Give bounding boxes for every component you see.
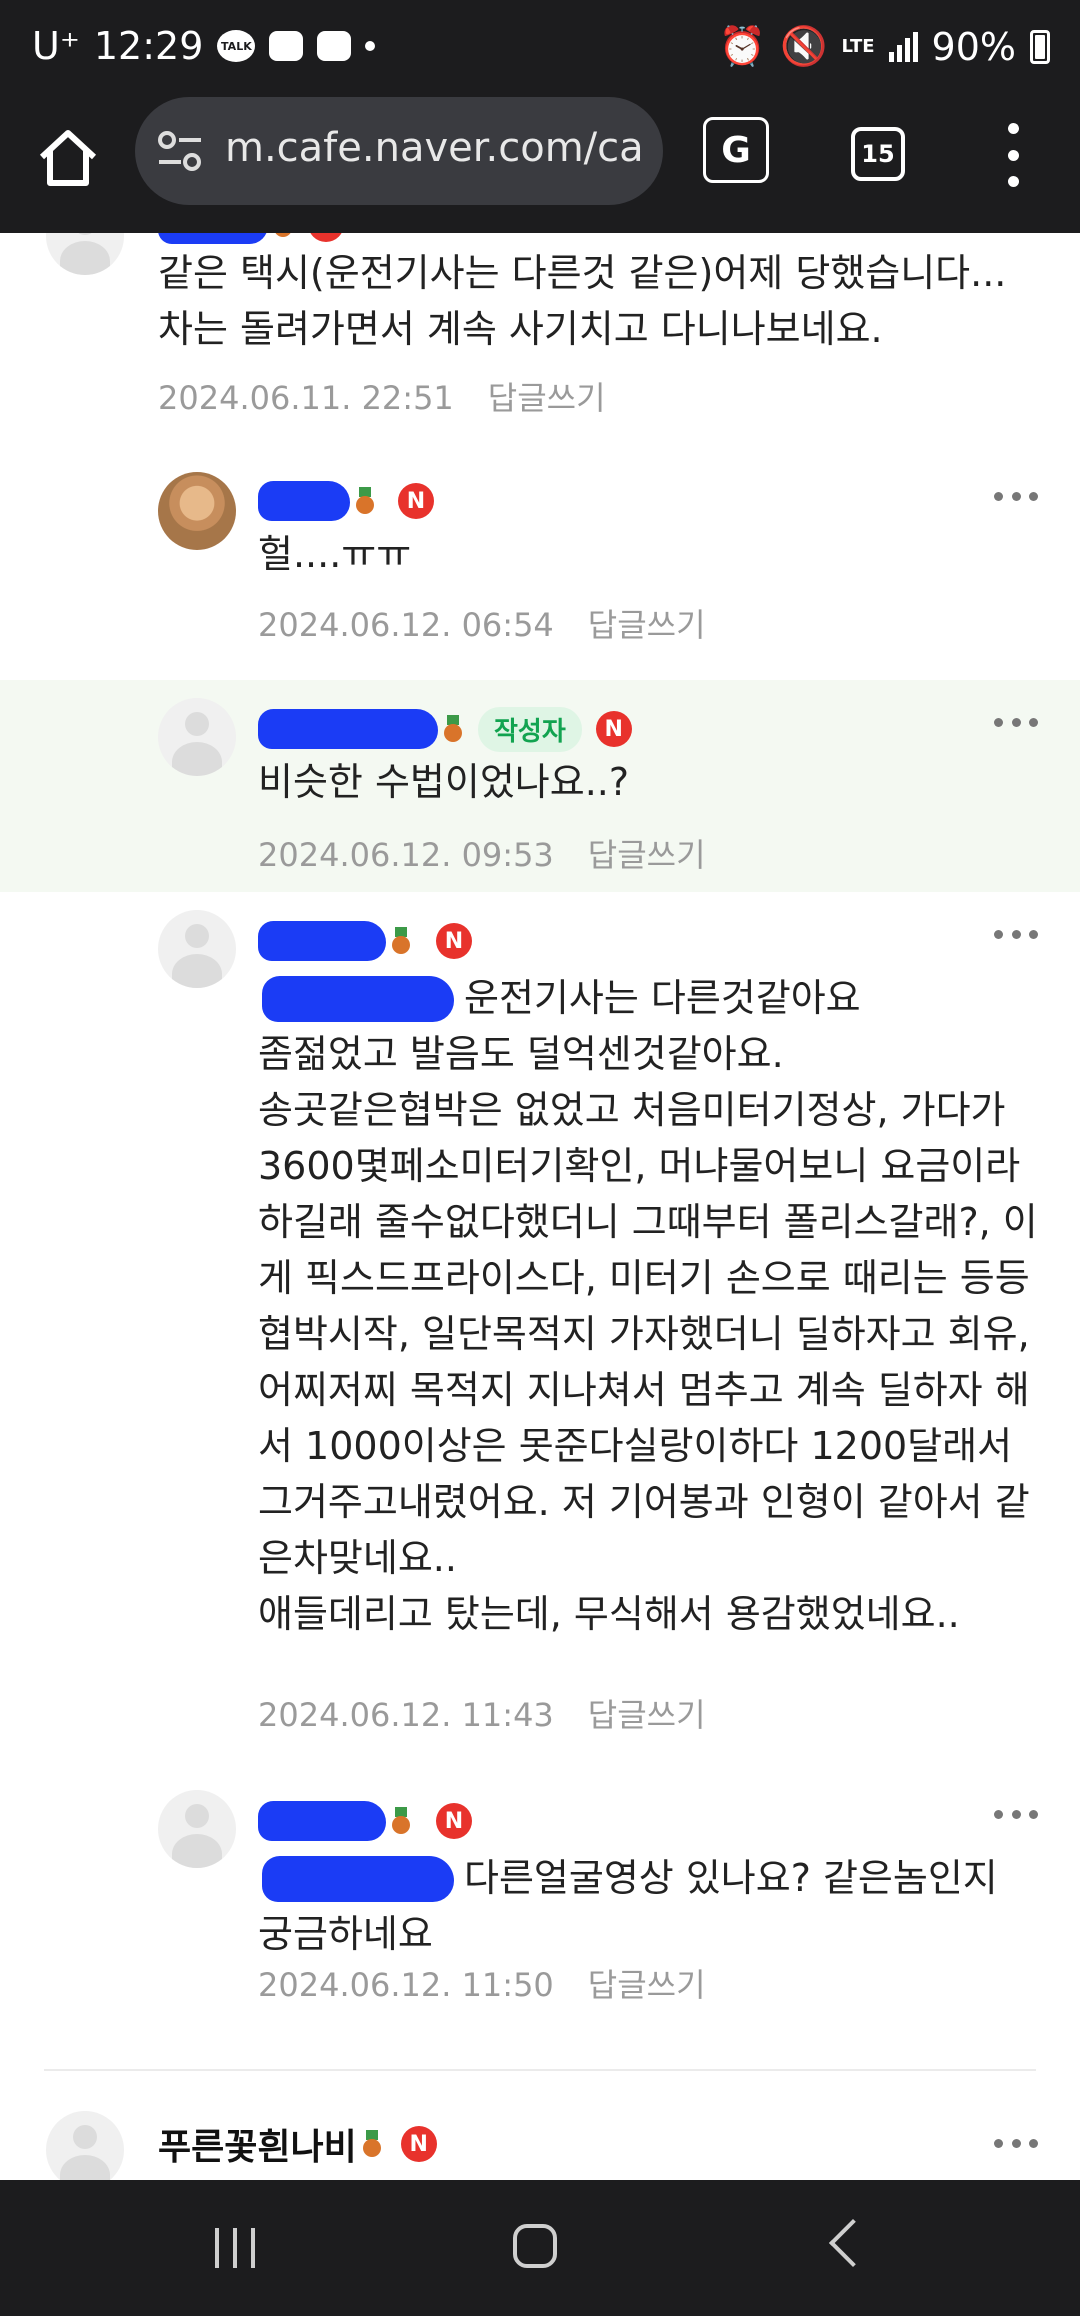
battery-level: 90% xyxy=(931,24,1016,69)
redacted-nickname xyxy=(258,481,350,521)
comment-date: 2024.06.12. 11:50 xyxy=(258,1966,554,2004)
avatar[interactable] xyxy=(158,472,236,550)
comment-author[interactable]: N xyxy=(258,1796,472,1846)
network-type: LTE xyxy=(841,35,875,57)
comment-item: N 다른얼굴영상 있나요? 같은놈인지 궁금하네요 2024.06.12. 11… xyxy=(0,1762,1080,2062)
comment-meta: 2024.06.12. 11:43 답글쓰기 xyxy=(258,1690,706,1736)
gallery-icon xyxy=(269,31,304,61)
new-badge-icon: N xyxy=(400,2126,437,2162)
kakaotalk-icon: TALK xyxy=(217,30,256,62)
medal-icon xyxy=(442,715,464,743)
comment-item: N 헐....ㅠㅠ 2024.06.12. 06:54 답글쓰기 xyxy=(0,468,1080,680)
signal-icon xyxy=(888,31,918,62)
comment-author[interactable]: 푸른꽃흰나비 N xyxy=(158,2119,437,2169)
reply-button[interactable]: 답글쓰기 xyxy=(488,379,606,417)
site-settings-icon[interactable] xyxy=(157,129,203,173)
divider xyxy=(44,2069,1036,2071)
comment-item: N 같은 택시(운전기사는 다른것 같은)어제 당했습니다...차는 돌려가면서… xyxy=(0,233,1080,443)
reply-button[interactable]: 답글쓰기 xyxy=(588,836,706,874)
url-text[interactable]: m.cafe.naver.com/ca xyxy=(225,125,655,171)
medal-icon xyxy=(390,1807,412,1835)
comment-meta: 2024.06.11. 22:51 답글쓰기 xyxy=(158,373,606,419)
comment-date: 2024.06.12. 09:53 xyxy=(258,836,554,874)
status-bar: U⁺ 12:29 TALK ⏰ 🔇 LTE 90% xyxy=(0,0,1080,95)
comment-text: 다른얼굴영상 있나요? 같은놈인지 궁금하네요 xyxy=(258,1856,998,1956)
address-bar[interactable]: m.cafe.naver.com/ca xyxy=(135,97,663,205)
author-badge: 작성자 xyxy=(478,706,582,752)
comment-item-author: 작성자 N 비슷한 수법이었나요..? 2024.06.12. 09:53 답글쓰… xyxy=(0,680,1080,892)
comment-meta: 2024.06.12. 09:53 답글쓰기 xyxy=(258,830,706,876)
comment-item: N 운전기사는 다른것같아요 좀젊었고 발음도 덜억센것같아요. 송곳같은협박은… xyxy=(0,892,1080,1762)
translate-icon: G xyxy=(721,129,751,171)
new-badge-icon: N xyxy=(436,923,472,959)
comment-author[interactable]: N xyxy=(258,476,434,526)
home-icon xyxy=(39,130,97,186)
redacted-nickname xyxy=(258,921,386,961)
avatar[interactable] xyxy=(46,2111,124,2180)
reply-button[interactable]: 답글쓰기 xyxy=(588,1966,706,2004)
tabs-button[interactable]: 15 xyxy=(851,127,905,181)
comment-item: 푸른꽃흰나비 N xyxy=(0,2109,1080,2180)
more-notifications-icon xyxy=(365,41,376,51)
carrier-label: U⁺ xyxy=(32,24,80,68)
avatar[interactable] xyxy=(158,910,236,988)
back-icon[interactable] xyxy=(828,2218,878,2268)
nickname: 푸른꽃흰나비 xyxy=(158,2127,357,2168)
more-horiz-icon[interactable] xyxy=(994,2137,1038,2149)
more-horiz-icon[interactable] xyxy=(994,490,1038,502)
medal-icon xyxy=(354,487,376,515)
reply-button[interactable]: 답글쓰기 xyxy=(588,1696,706,1734)
redacted-nickname xyxy=(258,1801,386,1841)
comment-text: 헐....ㅠㅠ xyxy=(258,532,412,576)
new-badge-icon: N xyxy=(308,233,344,242)
comment-list: N 같은 택시(운전기사는 다른것 같은)어제 당했습니다...차는 돌려가면서… xyxy=(0,233,1080,2180)
comment-text: 비슷한 수법이었나요..? xyxy=(258,760,630,804)
avatar[interactable] xyxy=(158,698,236,776)
recent-apps-icon[interactable] xyxy=(215,2228,255,2268)
avatar[interactable] xyxy=(46,233,124,275)
comment-text: 운전기사는 다른것같아요 좀젊었고 발음도 덜억센것같아요. 송곳같은협박은 없… xyxy=(258,976,1038,1636)
new-badge-icon: N xyxy=(595,711,632,747)
home-button[interactable] xyxy=(28,119,108,199)
home-nav-icon[interactable] xyxy=(513,2224,557,2268)
redacted-nickname xyxy=(158,233,268,244)
comment-date: 2024.06.12. 06:54 xyxy=(258,606,554,644)
mute-icon: 🔇 xyxy=(780,24,828,68)
translate-button[interactable]: G xyxy=(703,117,769,183)
redacted-nickname xyxy=(258,709,438,749)
clock: 12:29 xyxy=(93,24,204,68)
comment-meta: 2024.06.12. 11:50 답글쓰기 xyxy=(258,1960,706,2006)
top-bar: U⁺ 12:29 TALK ⏰ 🔇 LTE 90% m.cafe.naver.c… xyxy=(0,0,1080,233)
new-badge-icon: N xyxy=(436,1803,472,1839)
comment-author[interactable]: N xyxy=(258,916,472,966)
medal-icon xyxy=(390,927,412,955)
medal-icon xyxy=(272,233,294,238)
new-badge-icon: N xyxy=(398,483,434,519)
battery-icon xyxy=(1030,29,1050,64)
tab-count: 15 xyxy=(861,140,895,168)
browser-toolbar: m.cafe.naver.com/ca G 15 xyxy=(0,95,1080,233)
comment-author[interactable]: 작성자 N xyxy=(258,704,632,754)
comment-date: 2024.06.11. 22:51 xyxy=(158,379,454,417)
more-horiz-icon[interactable] xyxy=(994,716,1038,728)
medal-icon xyxy=(361,2130,383,2158)
comment-meta: 2024.06.12. 06:54 답글쓰기 xyxy=(258,600,706,646)
comment-text: 같은 택시(운전기사는 다른것 같은)어제 당했습니다...차는 돌려가면서 계… xyxy=(158,251,1007,351)
system-nav-bar xyxy=(0,2180,1080,2316)
more-horiz-icon[interactable] xyxy=(994,928,1038,940)
reply-button[interactable]: 답글쓰기 xyxy=(588,606,706,644)
checkbox-icon xyxy=(317,31,352,61)
avatar[interactable] xyxy=(158,1790,236,1868)
more-horiz-icon[interactable] xyxy=(994,1808,1038,1820)
alarm-icon: ⏰ xyxy=(718,24,767,68)
more-vert-icon[interactable] xyxy=(993,123,1033,187)
comment-date: 2024.06.12. 11:43 xyxy=(258,1696,554,1734)
